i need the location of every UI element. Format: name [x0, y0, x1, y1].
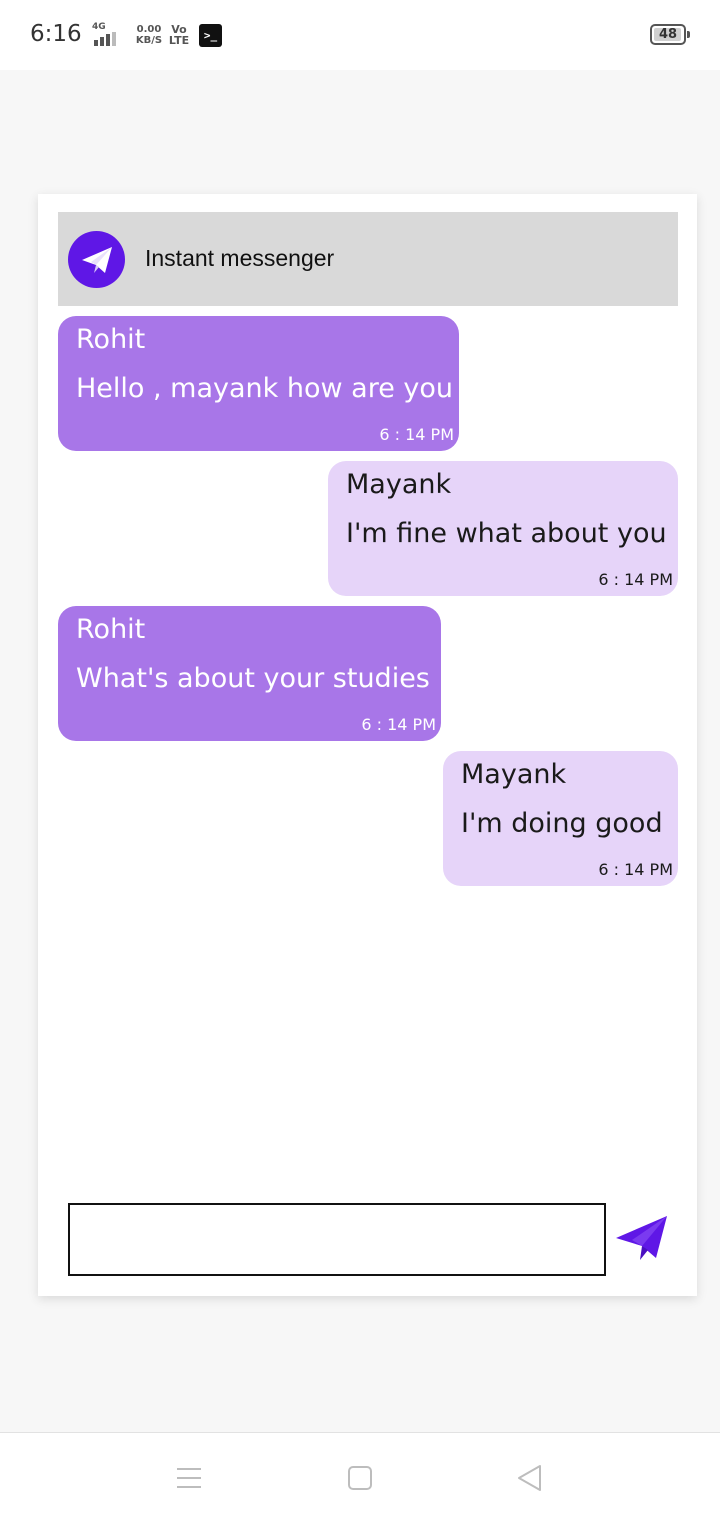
- menu-icon: [177, 1468, 201, 1488]
- message-sender: Rohit: [76, 324, 146, 355]
- message-input[interactable]: [68, 1203, 606, 1276]
- speed-value: 0.00: [136, 24, 162, 35]
- message-bubble: Rohit Hello , mayank how are you 6 : 14 …: [58, 316, 459, 451]
- navigation-bar: [0, 1432, 720, 1520]
- message-text: I'm fine what about you: [346, 518, 667, 549]
- message-time: 6 : 14 PM: [598, 570, 673, 589]
- message-time: 6 : 14 PM: [598, 860, 673, 879]
- back-button[interactable]: [515, 1463, 545, 1493]
- message-time: 6 : 14 PM: [379, 425, 454, 444]
- send-button[interactable]: [614, 1212, 670, 1264]
- speed-unit: KB/S: [135, 35, 163, 46]
- message-text: What's about your studies: [76, 663, 430, 694]
- message-bubble: Mayank I'm doing good 6 : 14 PM: [443, 751, 678, 886]
- terminal-icon: >_: [199, 24, 222, 47]
- network-speed: 0.00 KB/S: [132, 24, 166, 46]
- app-title: Instant messenger: [145, 245, 335, 271]
- network-type: 4G: [92, 22, 106, 32]
- status-bar: 6:16 4G 0.00 KB/S Vo LTE >_ 48: [0, 0, 720, 70]
- message-sender: Mayank: [346, 469, 452, 500]
- message-text: Hello , mayank how are you: [76, 373, 454, 404]
- menu-button[interactable]: [174, 1463, 204, 1493]
- message-bubble: Mayank I'm fine what about you 6 : 14 PM: [328, 461, 678, 596]
- back-icon: [518, 1465, 541, 1491]
- chat-header: Instant messenger: [58, 212, 678, 306]
- status-time: 6:16: [30, 21, 82, 47]
- volte-indicator: Vo LTE: [166, 24, 192, 46]
- home-icon: [348, 1466, 372, 1490]
- battery-icon: 48: [650, 24, 690, 45]
- message-text: I'm doing good: [461, 808, 663, 839]
- message-sender: Mayank: [461, 759, 567, 790]
- send-icon: [616, 1216, 667, 1260]
- volte-bottom: LTE: [168, 34, 190, 47]
- chat-card: Instant messenger Rohit Hello , mayank h…: [38, 194, 697, 1296]
- message-sender: Rohit: [76, 614, 146, 645]
- battery-level: 48: [658, 27, 678, 42]
- message-bubble: Rohit What's about your studies 6 : 14 P…: [58, 606, 441, 741]
- message-time: 6 : 14 PM: [361, 715, 436, 734]
- home-button[interactable]: [345, 1463, 375, 1493]
- signal-icon: 4G: [88, 22, 124, 48]
- paper-plane-icon: [68, 231, 125, 288]
